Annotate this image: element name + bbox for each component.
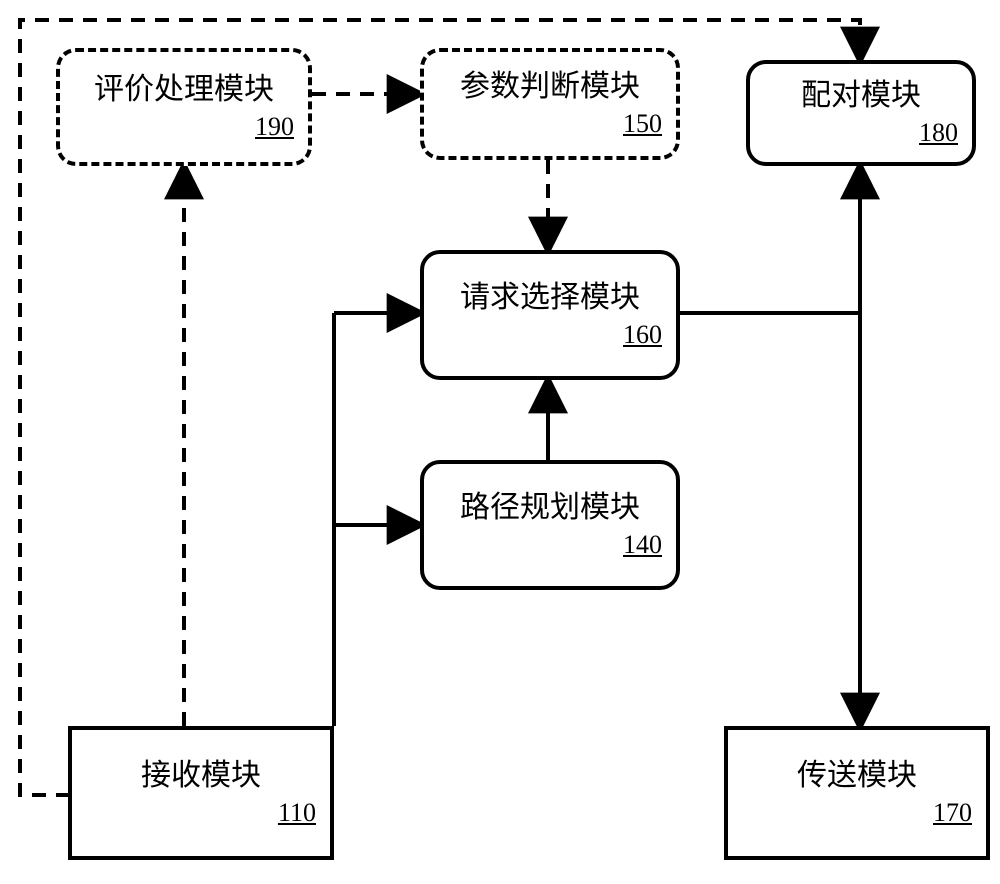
module-recv-label: 接收模块: [141, 758, 261, 794]
module-eval-label: 评价处理模块: [94, 72, 274, 108]
module-recv-num: 110: [278, 798, 316, 828]
module-eval-num: 190: [255, 112, 294, 142]
module-recv: 接收模块 110: [68, 726, 334, 860]
module-send: 传送模块 170: [724, 726, 990, 860]
module-reqsel: 请求选择模块 160: [420, 250, 680, 380]
module-pair: 配对模块 180: [746, 60, 976, 166]
module-eval: 评价处理模块 190: [56, 48, 312, 166]
module-route-num: 140: [623, 530, 662, 560]
module-param-label: 参数判断模块: [460, 69, 640, 105]
module-route-label: 路径规划模块: [460, 490, 640, 526]
module-send-num: 170: [933, 798, 972, 828]
module-pair-label: 配对模块: [801, 78, 921, 114]
module-param-num: 150: [623, 109, 662, 139]
module-reqsel-num: 160: [623, 320, 662, 350]
module-param: 参数判断模块 150: [420, 48, 680, 160]
module-reqsel-label: 请求选择模块: [460, 280, 640, 316]
module-send-label: 传送模块: [797, 758, 917, 794]
module-route: 路径规划模块 140: [420, 460, 680, 590]
module-pair-num: 180: [919, 118, 958, 148]
